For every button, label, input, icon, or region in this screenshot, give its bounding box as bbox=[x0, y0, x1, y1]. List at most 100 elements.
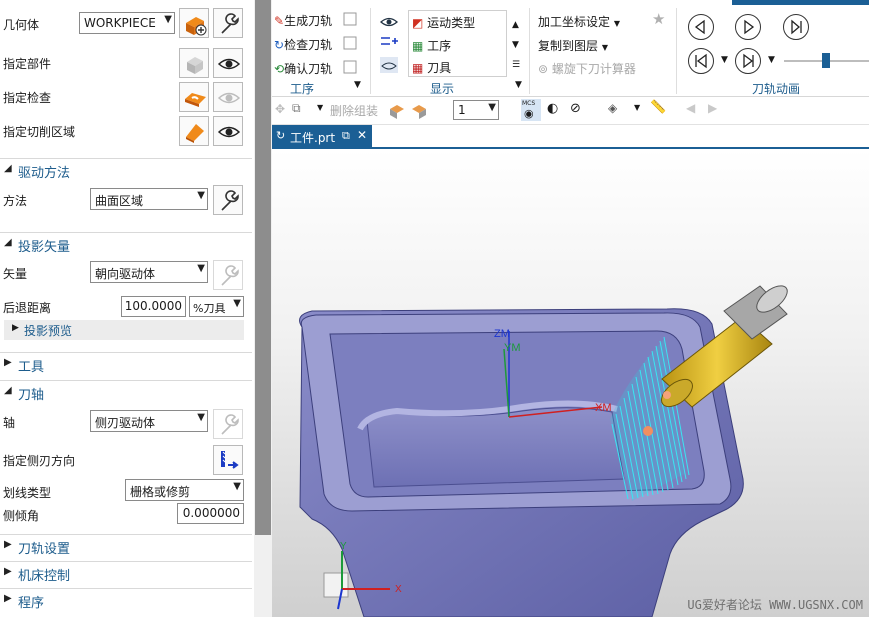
retract-distance-input[interactable]: 100.0000 bbox=[121, 296, 186, 317]
edit-drive-method-button[interactable] bbox=[213, 185, 243, 215]
vector-select[interactable]: 朝向驱动体 ▼ bbox=[90, 261, 208, 283]
layer-icon[interactable]: ◈ bbox=[608, 101, 617, 115]
speed-slider-thumb[interactable] bbox=[822, 53, 830, 68]
chevron-down-icon: ▼ bbox=[488, 102, 496, 113]
display-motion-type[interactable]: ◩ 运动类型 bbox=[412, 14, 475, 31]
add-component-icon[interactable]: ⧉ bbox=[292, 101, 301, 116]
pattern-type-label: 划线类型 bbox=[3, 486, 52, 500]
measure-icon[interactable]: 📏 bbox=[650, 100, 666, 115]
expand-list-icon[interactable]: ☰ bbox=[512, 60, 520, 70]
part-model-view[interactable]: ZM YM XM Y X bbox=[272, 149, 869, 617]
tab-label: 工件.prt bbox=[290, 131, 336, 145]
retract-distance-label: 后退距离 bbox=[3, 301, 52, 315]
section-machine-control[interactable]: ▶ 机床控制 bbox=[0, 561, 252, 584]
tilt-angle-value: 0.000000 bbox=[182, 506, 240, 520]
axis-select[interactable]: 侧刃驱动体 ▼ bbox=[90, 410, 208, 432]
specify-cut-area-button[interactable] bbox=[179, 116, 209, 146]
confirm-path-button[interactable]: ⟲确认刀轨 bbox=[274, 60, 332, 77]
chevron-down-icon[interactable]: ▼ bbox=[317, 103, 323, 112]
chevron-down-icon[interactable]: ▼ bbox=[354, 80, 361, 90]
mcs-toggle-button[interactable]: MCS ◉ bbox=[521, 99, 541, 121]
edit-axis-button[interactable] bbox=[213, 409, 243, 439]
axis-zm-label: ZM bbox=[494, 328, 510, 340]
display-tool[interactable]: ▦ 刀具 bbox=[412, 59, 451, 76]
drive-method-select[interactable]: 曲面区域 ▼ bbox=[90, 188, 208, 210]
display-operation[interactable]: ▦ 工序 bbox=[412, 37, 451, 54]
section-tool-axis[interactable]: ◢ 刀轴 bbox=[0, 380, 252, 403]
dialog-scrollbar[interactable] bbox=[254, 0, 272, 617]
close-icon[interactable]: ✕ bbox=[357, 128, 367, 142]
side-direction-row: 指定侧刃方向 bbox=[0, 445, 252, 475]
verify-path-icon: ↻ bbox=[274, 38, 285, 52]
specify-part-button[interactable] bbox=[179, 48, 209, 78]
graphics-viewport[interactable]: ZM YM XM Y X UG爱好者论坛 WWW.UGSNX.COM bbox=[272, 149, 869, 617]
chevron-down-icon: ▼ bbox=[233, 298, 241, 309]
show-cut-area-button[interactable] bbox=[213, 116, 243, 146]
play-button[interactable] bbox=[735, 14, 761, 40]
pattern-type-value: 栅格或修剪 bbox=[130, 485, 191, 499]
new-geometry-icon bbox=[186, 17, 207, 36]
go-start-button[interactable] bbox=[688, 48, 714, 74]
edit-geometry-button[interactable] bbox=[213, 8, 243, 38]
projection-preview-header[interactable]: ▶ 投影预览 bbox=[4, 320, 244, 340]
star-icon[interactable]: ★ bbox=[652, 10, 665, 28]
vector-row: 矢量 朝向驱动体 ▼ bbox=[0, 258, 252, 290]
chevron-down-icon[interactable]: ▼ bbox=[515, 80, 522, 90]
edit-vector-button[interactable] bbox=[213, 260, 243, 290]
section-drive-method[interactable]: ◢ 驱动方法 bbox=[0, 158, 252, 181]
copy-to-layer-button[interactable]: 复制到图层 ▼ bbox=[538, 37, 608, 54]
helix-icon: ⊚ bbox=[538, 62, 549, 76]
pocket-floor bbox=[366, 407, 625, 488]
step-forward-button[interactable] bbox=[783, 14, 809, 40]
retract-distance-row: 后退距离 100.0000 %刀具 ▼ bbox=[0, 292, 252, 322]
part-gray-icon bbox=[187, 57, 203, 74]
scrollbar-thumb[interactable] bbox=[255, 0, 271, 535]
hide-icon[interactable]: ⊘ bbox=[570, 101, 581, 116]
section-projection-vector[interactable]: ◢ 投影矢量 bbox=[0, 232, 252, 255]
drive-method-title: 驱动方法 bbox=[18, 166, 71, 181]
specify-side-direction-button[interactable] bbox=[213, 445, 243, 475]
retract-unit-select[interactable]: %刀具 ▼ bbox=[189, 296, 244, 317]
display-list[interactable]: ◩ 运动类型 ▦ 工序 ▦ 刀具 bbox=[408, 10, 507, 77]
side-direction-icon bbox=[221, 451, 239, 469]
new-geometry-button[interactable] bbox=[179, 8, 209, 38]
display-toggle-icons[interactable] bbox=[378, 10, 400, 80]
specify-check-button[interactable] bbox=[179, 82, 209, 112]
helix-calculator-button[interactable]: ⊚ 螺旋下刀计算器 bbox=[538, 60, 636, 77]
tab-restore-icon[interactable]: ⧉ bbox=[342, 129, 350, 143]
step-back-button[interactable] bbox=[688, 14, 714, 40]
expand-triangle-icon: ▶ bbox=[4, 539, 12, 550]
visibility-icon[interactable]: ◐ bbox=[547, 101, 558, 116]
count-select[interactable]: 1 ▼ bbox=[453, 100, 499, 120]
mcs-set-button[interactable]: 加工坐标设定 ▼ bbox=[538, 13, 620, 30]
show-part-button[interactable] bbox=[213, 48, 243, 78]
arrow-left-icon[interactable]: ◀ bbox=[686, 101, 695, 115]
geometry-value: WORKPIECE bbox=[84, 16, 156, 30]
tab-workpiece[interactable]: ↻ 工件.prt ⧉ ✕ bbox=[272, 125, 372, 149]
specify-check-row: 指定检查 bbox=[0, 82, 252, 112]
axis-ym-label: YM bbox=[504, 342, 521, 354]
section-path-settings[interactable]: ▶ 刀轨设置 bbox=[0, 534, 252, 557]
shaded-view-icons[interactable] bbox=[388, 101, 428, 121]
verify-path-button[interactable]: ↻检查刀轨 bbox=[274, 36, 332, 53]
scroll-down-icon[interactable]: ▼ bbox=[512, 40, 519, 50]
scroll-up-icon[interactable]: ▲ bbox=[512, 20, 519, 30]
axis-label: 轴 bbox=[3, 416, 16, 430]
show-check-button[interactable] bbox=[213, 82, 243, 112]
geometry-select[interactable]: WORKPIECE ▼ bbox=[79, 12, 175, 34]
chevron-down-icon[interactable]: ▼ bbox=[768, 55, 775, 65]
tilt-angle-input[interactable]: 0.000000 bbox=[177, 503, 244, 524]
chevron-down-icon[interactable]: ▼ bbox=[634, 103, 640, 112]
vector-label: 矢量 bbox=[3, 267, 28, 281]
section-program[interactable]: ▶ 程序 bbox=[0, 588, 252, 611]
move-icon[interactable]: ✥ bbox=[275, 102, 285, 116]
ribbon: ✎生成刀轨 ↻检查刀轨 ⟲确认刀轨 工序 ▼ ◩ 运动类型 ▦ 工序 ▦ 刀具 … bbox=[272, 0, 869, 97]
pattern-type-select[interactable]: 栅格或修剪 ▼ bbox=[125, 479, 244, 501]
go-end-button[interactable] bbox=[735, 48, 761, 74]
delete-assembly-button[interactable]: 删除组装 bbox=[330, 102, 378, 119]
generate-path-button[interactable]: ✎生成刀轨 bbox=[274, 12, 332, 29]
arrow-right-icon[interactable]: ▶ bbox=[708, 101, 717, 115]
chevron-down-icon[interactable]: ▼ bbox=[721, 55, 728, 65]
section-tool[interactable]: ▶ 工具 bbox=[0, 352, 252, 375]
geometry-row: 几何体 WORKPIECE ▼ bbox=[0, 8, 252, 38]
